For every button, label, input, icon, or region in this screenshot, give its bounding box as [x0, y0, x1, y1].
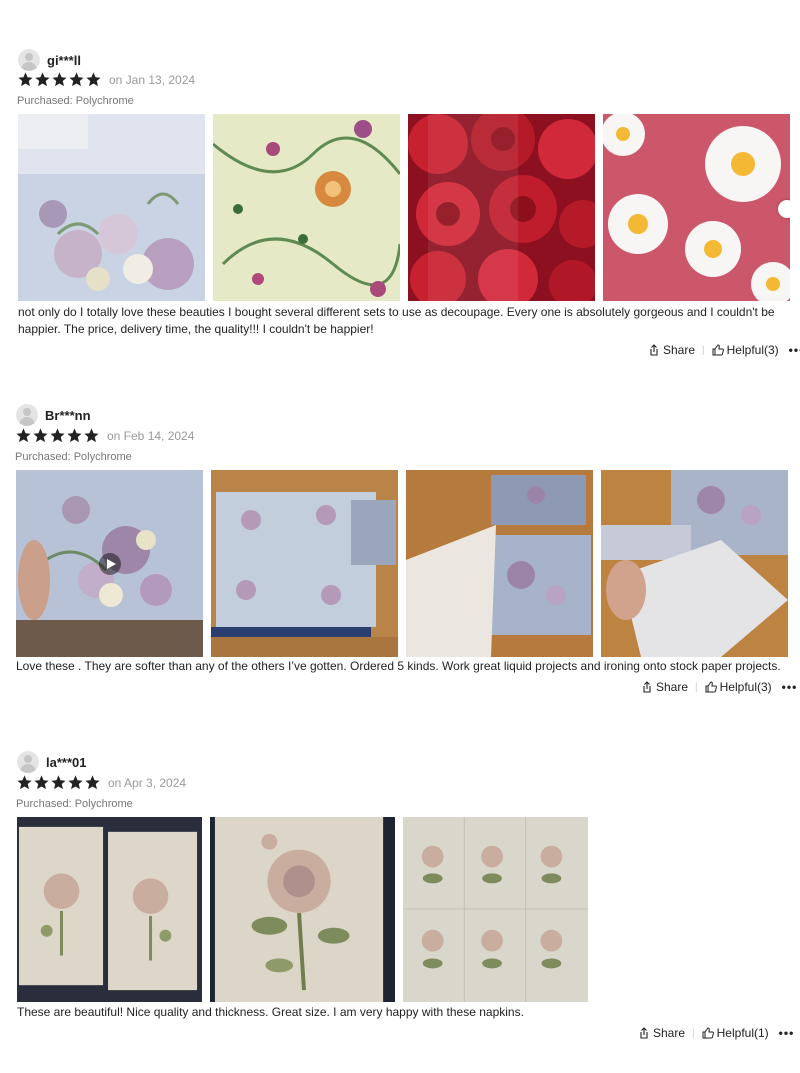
review-photo-napkin-peeling[interactable] — [601, 470, 788, 657]
review-date: on Apr 3, 2024 — [108, 775, 187, 790]
helpful-label: Helpful(1) — [716, 1026, 769, 1040]
more-options-button[interactable]: ••• — [789, 343, 800, 357]
review-header: la***01 — [17, 751, 86, 773]
star-icon — [32, 427, 49, 444]
review-photo-red-roses[interactable] — [408, 114, 595, 301]
helpful-label: Helpful(3) — [726, 343, 779, 357]
star-icon — [33, 774, 50, 791]
photo-strip — [16, 470, 796, 657]
purchased-variant: Purchased: Polychrome — [17, 95, 134, 107]
reviewer-name: gi***ll — [47, 52, 81, 68]
star-icon — [51, 71, 68, 88]
review-photo-green-floral[interactable] — [213, 114, 400, 301]
star-icon — [50, 774, 67, 791]
purchased-variant: Purchased: Polychrome — [15, 451, 132, 463]
divider: | — [692, 1027, 695, 1039]
review-actions: Share | Helpful(3) ••• — [648, 343, 800, 357]
rating-row: on Apr 3, 2024 — [16, 774, 186, 791]
star-rating — [17, 71, 102, 88]
more-options-button[interactable]: ••• — [779, 1026, 795, 1040]
share-label: Share — [653, 1026, 686, 1040]
photo-strip — [17, 817, 596, 1002]
divider: | — [702, 344, 705, 356]
play-icon[interactable] — [99, 553, 121, 575]
review-video-lilac-napkin[interactable] — [16, 470, 203, 657]
star-icon — [85, 71, 102, 88]
share-button[interactable]: Share — [648, 343, 695, 357]
helpful-button[interactable]: Helpful(3) — [712, 343, 779, 357]
purchased-variant: Purchased: Polychrome — [16, 798, 133, 810]
review-header: Br***nn — [16, 404, 91, 426]
review-actions: Share | Helpful(3) ••• — [641, 680, 797, 694]
thumbs-up-icon — [712, 344, 724, 356]
share-button[interactable]: Share — [641, 680, 688, 694]
review-photo-rose-napkin-grid[interactable] — [403, 817, 588, 1002]
share-icon — [640, 1027, 648, 1039]
star-icon — [67, 774, 84, 791]
share-icon — [650, 344, 658, 356]
helpful-label: Helpful(3) — [719, 680, 772, 694]
thumbs-up-icon — [702, 1027, 714, 1039]
share-button[interactable]: Share — [638, 1026, 685, 1040]
review-photo-napkin-layers[interactable] — [406, 470, 593, 657]
share-icon — [643, 681, 651, 693]
rating-row: on Feb 14, 2024 — [15, 427, 194, 444]
review-photo-napkin-on-table[interactable] — [211, 470, 398, 657]
reviewer-name: Br***nn — [45, 407, 91, 423]
thumbs-up-icon — [705, 681, 717, 693]
star-icon — [84, 774, 101, 791]
review-photo-two-rose-napkins[interactable] — [17, 817, 202, 1002]
photo-strip — [18, 114, 798, 301]
star-icon — [49, 427, 66, 444]
rating-row: on Jan 13, 2024 — [17, 71, 195, 88]
helpful-button[interactable]: Helpful(1) — [702, 1026, 769, 1040]
more-options-button[interactable]: ••• — [782, 680, 798, 694]
review-date: on Feb 14, 2024 — [107, 428, 195, 443]
star-rating — [16, 774, 101, 791]
review-text: These are beautiful! Nice quality and th… — [17, 1005, 524, 1019]
review-actions: Share | Helpful(1) ••• — [638, 1026, 794, 1040]
review-text: Love these . They are softer than any of… — [16, 659, 781, 673]
review-header: gi***ll — [18, 49, 81, 71]
review-date: on Jan 13, 2024 — [109, 72, 196, 87]
next-photo-button[interactable] — [778, 200, 790, 218]
star-icon — [34, 71, 51, 88]
star-icon — [83, 427, 100, 444]
star-icon — [66, 427, 83, 444]
review-text: not only do I totally love these beautie… — [18, 305, 775, 336]
star-icon — [16, 774, 33, 791]
helpful-button[interactable]: Helpful(3) — [705, 680, 772, 694]
star-icon — [68, 71, 85, 88]
review-photo-rose-napkin-closeup[interactable] — [210, 817, 395, 1002]
star-rating — [15, 427, 100, 444]
share-label: Share — [656, 680, 689, 694]
avatar — [18, 49, 40, 71]
star-icon — [17, 71, 34, 88]
review-photo-lilac-roses[interactable] — [18, 114, 205, 301]
avatar — [17, 751, 39, 773]
review-photo-daisies[interactable] — [603, 114, 790, 301]
avatar — [16, 404, 38, 426]
share-label: Share — [663, 343, 696, 357]
divider: | — [695, 681, 698, 693]
reviewer-name: la***01 — [46, 754, 87, 770]
star-icon — [15, 427, 32, 444]
